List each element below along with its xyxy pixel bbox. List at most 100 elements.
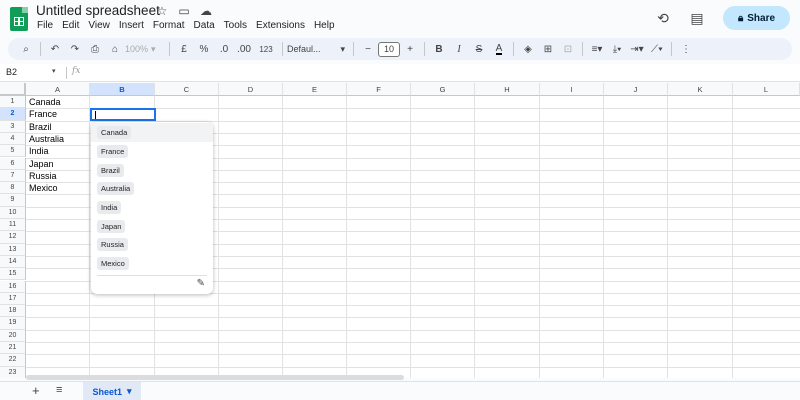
redo-icon[interactable]: ↷ xyxy=(65,40,85,58)
menu-insert[interactable]: Insert xyxy=(119,20,144,31)
print-icon[interactable]: ⎙ xyxy=(85,40,105,58)
row-header-21[interactable]: 21 xyxy=(0,342,26,355)
chevron-down-icon[interactable]: ▾ xyxy=(127,386,132,397)
cell-a5[interactable]: India xyxy=(29,145,49,157)
strikethrough-button[interactable]: S xyxy=(469,40,489,58)
column-header-g[interactable]: G xyxy=(411,83,475,96)
column-header-d[interactable]: D xyxy=(219,83,283,96)
row-header-18[interactable]: 18 xyxy=(0,305,26,318)
borders-icon[interactable]: ⊞ xyxy=(538,40,558,58)
dropdown-option[interactable]: Canada xyxy=(91,123,213,142)
dropdown-option[interactable]: France xyxy=(91,142,213,161)
menu-tools[interactable]: Tools xyxy=(224,20,247,31)
cell-a1[interactable]: Canada xyxy=(29,96,61,108)
decrease-font-size-icon[interactable]: − xyxy=(358,40,378,58)
row-header-20[interactable]: 20 xyxy=(0,329,26,342)
column-header-a[interactable]: A xyxy=(26,83,90,96)
dropdown-option[interactable]: Australia xyxy=(91,179,213,198)
row-header-14[interactable]: 14 xyxy=(0,255,26,269)
horizontal-scrollbar[interactable] xyxy=(26,375,404,380)
add-sheet-icon[interactable]: + xyxy=(32,383,40,398)
sheets-logo-icon[interactable] xyxy=(10,7,28,31)
cell-a2[interactable]: France xyxy=(29,108,57,120)
column-header-h[interactable]: H xyxy=(475,83,540,96)
font-size-input[interactable]: 10 xyxy=(378,41,400,57)
row-header-5[interactable]: 5 xyxy=(0,145,26,158)
dropdown-option[interactable]: Japan xyxy=(91,217,213,236)
row-header-17[interactable]: 17 xyxy=(0,292,26,306)
cell-a6[interactable]: Japan xyxy=(29,158,54,170)
more-options-icon[interactable]: ⋮ xyxy=(676,40,696,58)
menu-view[interactable]: View xyxy=(88,20,110,31)
menu-edit[interactable]: Edit xyxy=(62,20,79,31)
undo-icon[interactable]: ↶ xyxy=(45,40,65,58)
menu-extensions[interactable]: Extensions xyxy=(256,20,305,31)
select-all-corner[interactable] xyxy=(0,83,26,96)
zoom-select[interactable]: 100% ▾ xyxy=(125,44,165,55)
active-cell-b2[interactable] xyxy=(90,107,156,121)
text-wrapping-icon[interactable]: ⇥▾ xyxy=(627,40,647,58)
increase-font-size-icon[interactable]: + xyxy=(400,40,420,58)
row-header-4[interactable]: 4 xyxy=(0,132,26,146)
increase-decimal-button[interactable]: .00 xyxy=(234,40,254,58)
cell-a7[interactable]: Russia xyxy=(29,170,57,182)
column-header-e[interactable]: E xyxy=(283,83,347,96)
dropdown-option[interactable]: Mexico xyxy=(91,254,213,273)
version-history-icon[interactable]: ⟲ xyxy=(655,10,671,27)
row-header-2[interactable]: 2 xyxy=(0,108,26,121)
more-formats-button[interactable]: 123 xyxy=(254,40,278,58)
name-box[interactable]: B2 xyxy=(6,67,17,77)
chevron-down-icon[interactable]: ▾ xyxy=(52,67,56,75)
horizontal-align-icon[interactable]: ≡▾ xyxy=(587,40,607,58)
column-header-b[interactable]: B xyxy=(90,83,155,96)
row-header-22[interactable]: 22 xyxy=(0,354,26,367)
row-header-15[interactable]: 15 xyxy=(0,268,26,281)
row-header-7[interactable]: 7 xyxy=(0,169,26,183)
menu-file[interactable]: File xyxy=(37,20,53,31)
row-header-16[interactable]: 16 xyxy=(0,280,26,293)
row-header-19[interactable]: 19 xyxy=(0,317,26,330)
column-header-c[interactable]: C xyxy=(155,83,219,96)
cell-a4[interactable]: Australia xyxy=(29,133,64,145)
comments-icon[interactable]: ▤ xyxy=(689,10,705,27)
share-button[interactable]: 🔒︎ Share xyxy=(723,6,790,30)
cell-a3[interactable]: Brazil xyxy=(29,121,52,133)
row-header-9[interactable]: 9 xyxy=(0,194,26,207)
column-header-k[interactable]: K xyxy=(668,83,733,96)
move-folder-icon[interactable]: ▭ xyxy=(176,4,192,18)
column-header-l[interactable]: L xyxy=(733,83,800,96)
dropdown-option[interactable]: India xyxy=(91,198,213,217)
row-header-3[interactable]: 3 xyxy=(0,120,26,133)
column-header-j[interactable]: J xyxy=(604,83,668,96)
currency-format-button[interactable]: £ xyxy=(174,40,194,58)
row-header-6[interactable]: 6 xyxy=(0,157,26,170)
paint-format-icon[interactable]: ⌂ xyxy=(105,40,125,58)
row-header-13[interactable]: 13 xyxy=(0,243,26,256)
all-sheets-icon[interactable]: ≡ xyxy=(56,384,62,396)
cloud-status-icon[interactable]: ☁ xyxy=(198,4,214,18)
document-title[interactable]: Untitled spreadsheet xyxy=(36,3,160,18)
star-icon[interactable]: ☆ xyxy=(154,4,170,18)
menu-help[interactable]: Help xyxy=(314,20,335,31)
edit-pencil-icon[interactable]: ✎ xyxy=(197,278,205,289)
row-header-11[interactable]: 11 xyxy=(0,219,26,232)
dropdown-option[interactable]: Brazil xyxy=(91,161,213,180)
row-header-8[interactable]: 8 xyxy=(0,182,26,195)
fill-color-icon[interactable]: ◈ xyxy=(518,40,538,58)
cell-a8[interactable]: Mexico xyxy=(29,182,58,194)
row-header-12[interactable]: 12 xyxy=(0,231,26,244)
font-select[interactable]: Defaul... ▾ xyxy=(287,44,349,55)
column-header-f[interactable]: F xyxy=(347,83,411,96)
bold-button[interactable]: B xyxy=(429,40,449,58)
row-header-1[interactable]: 1 xyxy=(0,96,26,109)
text-color-button[interactable]: A xyxy=(489,40,509,58)
sheet-tab[interactable]: Sheet1 ▾ xyxy=(83,382,141,400)
dropdown-option[interactable]: Russia xyxy=(91,235,213,254)
row-header-10[interactable]: 10 xyxy=(0,206,26,219)
menu-data[interactable]: Data xyxy=(194,20,215,31)
percent-format-button[interactable]: % xyxy=(194,40,214,58)
row-header-23[interactable]: 23 xyxy=(0,366,26,378)
column-header-i[interactable]: I xyxy=(540,83,604,96)
decrease-decimal-button[interactable]: .0 xyxy=(214,40,234,58)
search-menus-icon[interactable]: ⌕ xyxy=(16,40,36,58)
